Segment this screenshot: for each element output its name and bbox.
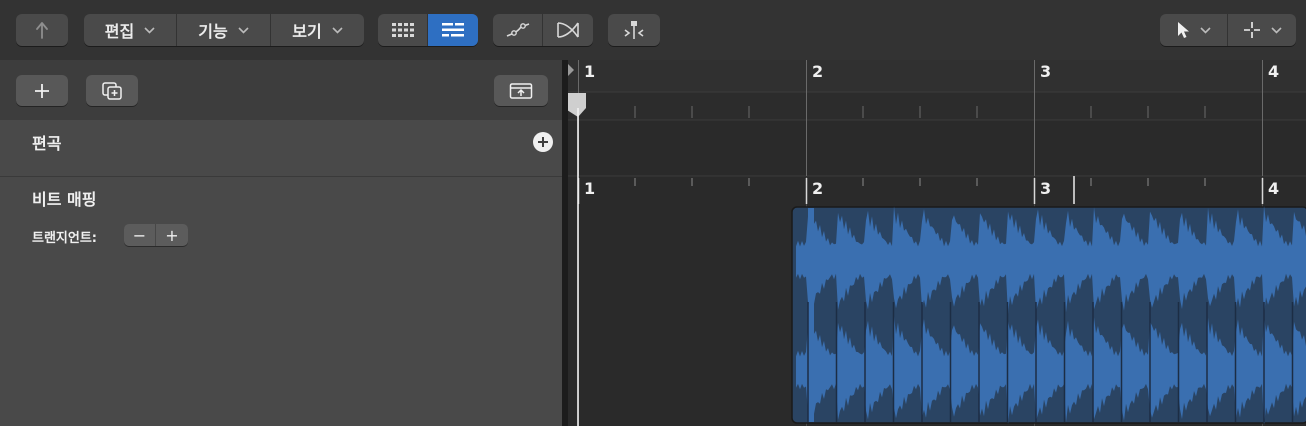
plus-circle-icon <box>538 137 548 147</box>
chevron-down-icon <box>238 26 249 34</box>
crossfade-icon <box>557 22 579 38</box>
beat-mapping-title: 비트 매핑 <box>32 190 97 209</box>
collapse-up-icon <box>509 82 533 99</box>
collapse-button[interactable] <box>494 75 548 106</box>
track-header-toolbar <box>0 60 562 120</box>
transient-label: 트랜지언트: <box>32 231 97 246</box>
edit-menu[interactable]: 편집 <box>84 14 177 46</box>
functions-menu-label: 기능 <box>198 22 228 41</box>
toolbar: 편집 기능 보기 <box>0 0 1306 60</box>
arrangement-track-title: 편곡 <box>32 134 62 153</box>
global-tracks-header: 편곡 비트 매핑 트랜지언트: − + <box>0 60 562 426</box>
grid-view-button[interactable] <box>378 14 428 46</box>
track-area: 12341234 <box>568 60 1306 426</box>
view-menu[interactable]: 보기 <box>271 14 364 46</box>
functions-menu[interactable]: 기능 <box>177 14 271 46</box>
pointer-tool-icon <box>1178 22 1189 38</box>
view-menu-label: 보기 <box>292 22 322 41</box>
add-track-button[interactable] <box>16 75 68 106</box>
curve-automation-icon <box>506 23 529 37</box>
back-arrow-icon <box>36 22 48 39</box>
chevron-down-icon <box>1200 26 1211 34</box>
cycle-start-marker <box>568 64 574 76</box>
list-view-button[interactable] <box>428 14 478 46</box>
track-divider <box>0 176 562 177</box>
chevron-down-icon <box>1270 26 1282 34</box>
transient-minus-button[interactable]: − <box>124 224 156 246</box>
transient-plus-button[interactable]: + <box>156 224 188 246</box>
menu-group: 편집 기능 보기 <box>84 14 364 46</box>
secondary-tool-menu[interactable] <box>1228 14 1296 46</box>
pointer-tool-menu[interactable] <box>1160 14 1228 46</box>
chevron-down-icon <box>144 26 155 34</box>
playhead-layer <box>568 64 586 426</box>
plus-icon <box>35 83 49 98</box>
back-button[interactable] <box>16 14 68 46</box>
view-mode-group <box>378 14 478 46</box>
edit-menu-label: 편집 <box>104 22 135 41</box>
grid-view-icon <box>391 23 414 37</box>
curve-button[interactable] <box>493 14 543 46</box>
tool-group <box>1160 14 1296 46</box>
transient-stepper: − + <box>124 224 188 246</box>
add-arrangement-button[interactable] <box>533 132 553 152</box>
list-view-icon <box>442 23 464 37</box>
crosshair-tool-icon <box>1243 22 1260 38</box>
duplicate-icon <box>102 81 122 100</box>
crossfade-button[interactable] <box>543 14 593 46</box>
duplicate-track-button[interactable] <box>86 75 138 106</box>
chevron-down-icon <box>332 26 343 34</box>
automation-group <box>493 14 593 46</box>
snap-split-icon <box>624 21 644 39</box>
playhead-handle <box>568 93 586 117</box>
snap-button[interactable] <box>608 14 660 46</box>
